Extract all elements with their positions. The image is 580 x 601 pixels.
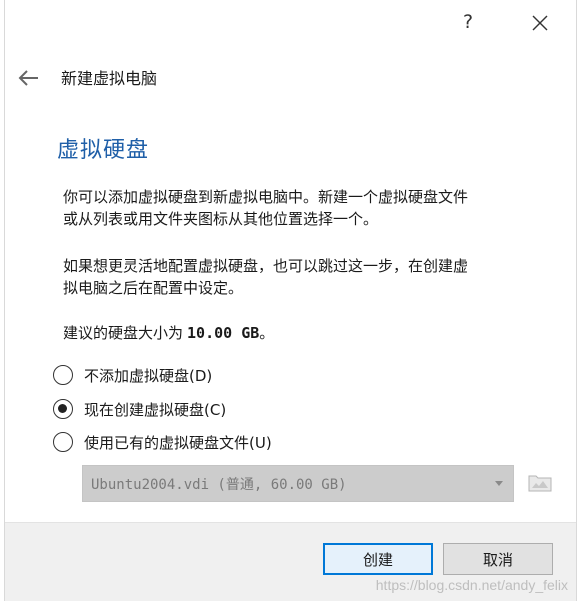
recommended-size-suffix: 。 [259,324,275,342]
recommended-size-label: 建议的硬盘大小为 [63,324,184,342]
watermark: https://blog.csdn.net/andy_felix [375,577,568,593]
option-label: 不添加虚拟硬盘(D) [84,366,213,385]
description-paragraph: 你可以添加虚拟硬盘到新虚拟电脑中。新建一个虚拟硬盘文件 或从列表或用文件夹图标从… [63,186,563,230]
recommended-size: 建议的硬盘大小为 10.00 GB。 [63,322,274,343]
recommended-size-value: 10.00 GB [187,324,260,342]
flexibility-line: 拟电脑之后在配置中设定。 [63,279,244,297]
choose-file-button[interactable] [527,469,553,495]
flexibility-line: 如果想更灵活地配置虚拟硬盘，也可以跳过这一步，在创建虚 [63,257,469,275]
folder-icon [528,475,552,492]
option-no-disk[interactable]: 不添加虚拟硬盘(D) [53,363,212,387]
radio-button-selected[interactable] [53,399,73,419]
option-create-disk[interactable]: 现在创建虚拟硬盘(C) [53,397,226,421]
description-line: 或从列表或用文件夹图标从其他位置选择一个。 [63,210,379,228]
radio-button[interactable] [53,365,73,385]
create-button[interactable]: 创建 [323,543,433,575]
arrow-left-icon [18,70,38,86]
disk-file-value: Ubuntu2004.vdi (普通, 60.00 GB) [91,476,347,493]
close-icon [532,15,548,31]
flexibility-paragraph: 如果想更灵活地配置虚拟硬盘，也可以跳过这一步，在创建虚 拟电脑之后在配置中设定。 [63,255,563,299]
title-bar: ? [5,0,576,46]
wizard-title: 新建虚拟电脑 [61,69,158,88]
radio-button[interactable] [53,432,73,452]
chevron-down-icon [495,481,503,486]
back-button[interactable] [15,64,43,92]
wizard-header: 新建虚拟电脑 [5,56,576,100]
help-button[interactable]: ? [454,6,482,38]
close-button[interactable] [523,6,557,40]
cancel-button[interactable]: 取消 [443,543,553,575]
disk-file-select[interactable]: Ubuntu2004.vdi (普通, 60.00 GB) [82,465,514,502]
option-existing-disk[interactable]: 使用已有的虚拟硬盘文件(U) [53,430,272,454]
option-label: 使用已有的虚拟硬盘文件(U) [84,433,272,452]
dialog-window: ? 新建虚拟电脑 虚拟硬盘 你可以添加虚拟硬盘到新虚拟电脑中。新建一个虚拟硬盘文… [4,0,577,601]
description-line: 你可以添加虚拟硬盘到新虚拟电脑中。新建一个虚拟硬盘文件 [63,188,469,206]
option-label: 现在创建虚拟硬盘(C) [84,400,227,419]
page-title: 虚拟硬盘 [57,138,150,163]
